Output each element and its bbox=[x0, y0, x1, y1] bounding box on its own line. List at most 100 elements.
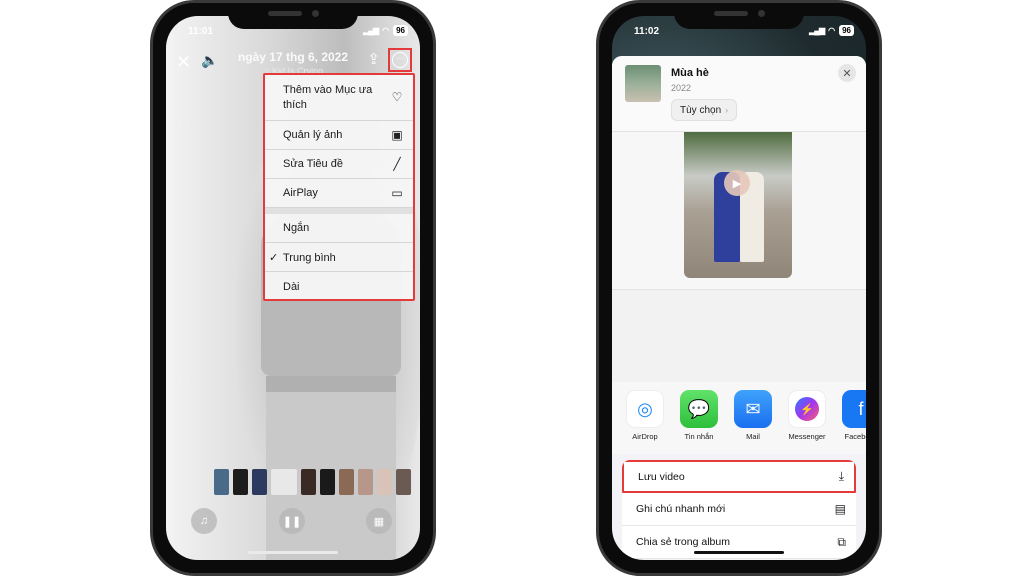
menu-item-medium[interactable]: ✓ Trung bình bbox=[265, 243, 413, 272]
video-preview-area: ▶ bbox=[612, 132, 866, 290]
video-preview[interactable]: ▶ bbox=[684, 132, 792, 278]
menu-item-long[interactable]: Dài bbox=[265, 272, 413, 301]
signal-icon: ▂▄▆ bbox=[363, 26, 379, 35]
player-controls: ♫ ❚❚ ▦ bbox=[166, 508, 420, 538]
home-indicator[interactable] bbox=[248, 551, 338, 554]
app-mail[interactable]: ✉ Mail bbox=[732, 390, 774, 454]
mail-icon: ✉ bbox=[734, 390, 772, 428]
menu-item-label: Dài bbox=[283, 280, 300, 293]
album-year: 2022 bbox=[671, 83, 692, 93]
thumbnail[interactable] bbox=[396, 469, 411, 495]
menu-item-manage-photos[interactable]: Quản lý ảnh ▣ bbox=[265, 121, 413, 150]
menu-item-favorite[interactable]: Thêm vào Mục ưa thích ♡ bbox=[265, 75, 413, 121]
thumbnail[interactable] bbox=[271, 469, 297, 495]
grid-icon[interactable]: ▦ bbox=[366, 508, 392, 534]
right-phone: 11:02 ▂▄▆ ◠ 96 Mùa hè 2022 Tùy chọn › ✕ bbox=[596, 0, 882, 576]
battery-icon: 96 bbox=[839, 25, 854, 36]
chevron-right-icon: › bbox=[725, 105, 729, 115]
home-indicator[interactable] bbox=[694, 551, 784, 554]
app-airdrop[interactable]: ◎ AirDrop bbox=[624, 390, 666, 454]
app-facebook[interactable]: f Facebook bbox=[840, 390, 866, 454]
checkmark-icon: ✓ bbox=[269, 251, 279, 264]
app-label: Messenger bbox=[788, 432, 826, 441]
share-icon[interactable]: ⇪ bbox=[367, 50, 380, 68]
action-label: Lưu video bbox=[638, 470, 685, 483]
thumbnail[interactable] bbox=[358, 469, 373, 495]
pencil-icon: ╱ bbox=[393, 157, 401, 171]
play-icon[interactable]: ▶ bbox=[724, 170, 750, 196]
save-video-button[interactable]: Lưu video ⤓ bbox=[622, 460, 856, 493]
new-quick-note-button[interactable]: Ghi chú nhanh mới ▤ bbox=[622, 493, 856, 526]
download-icon: ⤓ bbox=[838, 469, 844, 483]
menu-item-label: Sửa Tiêu đề bbox=[283, 158, 343, 170]
app-label: Facebook bbox=[844, 432, 866, 441]
album-thumbnail bbox=[625, 65, 661, 102]
memory-player-screen: 11:01 ▂▄▆ ◠ 96 ✕ 🔈 ngày 17 thg 6, 2022 ♫… bbox=[166, 16, 420, 560]
messages-icon: 💬 bbox=[680, 390, 718, 428]
messenger-glyph: ⚡ bbox=[795, 397, 819, 421]
status-icons: ▂▄▆ ◠ 96 bbox=[809, 25, 854, 36]
action-label: Ghi chú nhanh mới bbox=[636, 503, 726, 515]
options-label: Tùy chọn bbox=[680, 104, 722, 116]
thumbnail[interactable] bbox=[339, 469, 354, 495]
share-screen: 11:02 ▂▄▆ ◠ 96 Mùa hè 2022 Tùy chọn › ✕ bbox=[612, 16, 866, 560]
photos-icon: ▣ bbox=[391, 128, 403, 142]
more-menu: Thêm vào Mục ưa thích ♡ Quản lý ảnh ▣ Sử… bbox=[263, 73, 415, 301]
menu-item-airplay[interactable]: AirPlay ▭ bbox=[265, 179, 413, 208]
album-title: Mùa hè bbox=[671, 67, 709, 79]
menu-item-label: Ngắn bbox=[283, 222, 310, 234]
app-label: AirDrop bbox=[632, 432, 658, 441]
status-bar: 11:01 ▂▄▆ ◠ 96 bbox=[166, 24, 420, 40]
menu-item-label: Trung bình bbox=[283, 251, 336, 264]
menu-item-label: Quản lý ảnh bbox=[283, 129, 343, 141]
photo-belt bbox=[266, 376, 396, 392]
earpiece bbox=[714, 11, 748, 16]
messenger-icon: ⚡ bbox=[788, 390, 826, 428]
quick-note-icon: ▤ bbox=[834, 502, 846, 516]
tutorial-stage: 11:01 ▂▄▆ ◠ 96 ✕ 🔈 ngày 17 thg 6, 2022 ♫… bbox=[0, 0, 1024, 576]
ellipsis-icon: ··· bbox=[392, 52, 408, 68]
thumbnail[interactable] bbox=[233, 469, 248, 495]
left-phone: 11:01 ▂▄▆ ◠ 96 ✕ 🔈 ngày 17 thg 6, 2022 ♫… bbox=[150, 0, 436, 576]
duration-option: ✓ Trung bình bbox=[269, 251, 336, 264]
share-apps-row: ◎ AirDrop 💬 Tin nhắn ✉ Mail ⚡ Messenger bbox=[612, 382, 866, 454]
thumbnail[interactable] bbox=[252, 469, 267, 495]
app-label: Tin nhắn bbox=[684, 432, 714, 441]
share-sheet-header: Mùa hè 2022 Tùy chọn › ✕ bbox=[612, 56, 866, 132]
status-time: 11:02 bbox=[634, 26, 660, 37]
status-time: 11:01 bbox=[188, 26, 214, 37]
thumbnail[interactable] bbox=[214, 469, 229, 495]
heart-icon: ♡ bbox=[391, 90, 403, 104]
share-sheet: Mùa hè 2022 Tùy chọn › ✕ ▶ ◎ AirDrop 💬 T… bbox=[612, 56, 866, 560]
status-bar: 11:02 ▂▄▆ ◠ 96 bbox=[612, 24, 866, 40]
duration-option: Ngắn bbox=[269, 222, 309, 234]
memory-title: ngày 17 thg 6, 2022 bbox=[237, 50, 349, 64]
airdrop-icon: ◎ bbox=[626, 390, 664, 428]
facebook-icon: f bbox=[842, 390, 866, 428]
music-icon[interactable]: ♫ bbox=[191, 508, 217, 534]
sheet-spacer bbox=[612, 290, 866, 382]
close-icon[interactable]: ✕ bbox=[838, 64, 856, 82]
menu-item-label: AirPlay bbox=[283, 187, 318, 199]
menu-item-label: Thêm vào Mục ưa thích bbox=[283, 83, 373, 111]
menu-item-short[interactable]: Ngắn bbox=[265, 214, 413, 243]
app-messages[interactable]: 💬 Tin nhắn bbox=[678, 390, 720, 454]
camera bbox=[758, 10, 765, 17]
pause-icon[interactable]: ❚❚ bbox=[279, 508, 305, 534]
thumbnail[interactable] bbox=[301, 469, 316, 495]
wifi-icon: ◠ bbox=[382, 26, 390, 35]
shared-album-button[interactable]: Chia sẻ trong album ⧉ bbox=[622, 526, 856, 559]
more-button[interactable]: ··· bbox=[388, 48, 412, 72]
thumbnail-strip[interactable] bbox=[214, 469, 420, 495]
action-label: Chia sẻ trong album bbox=[636, 536, 730, 548]
menu-item-edit-title[interactable]: Sửa Tiêu đề ╱ bbox=[265, 150, 413, 179]
duration-option: Dài bbox=[269, 281, 300, 293]
thumbnail[interactable] bbox=[377, 469, 392, 495]
airplay-icon: ▭ bbox=[391, 186, 403, 200]
shared-album-icon: ⧉ bbox=[837, 534, 846, 549]
earpiece bbox=[268, 11, 302, 16]
thumbnail[interactable] bbox=[320, 469, 335, 495]
wifi-icon: ◠ bbox=[828, 26, 836, 35]
app-messenger[interactable]: ⚡ Messenger bbox=[786, 390, 828, 454]
options-button[interactable]: Tùy chọn › bbox=[671, 99, 738, 121]
